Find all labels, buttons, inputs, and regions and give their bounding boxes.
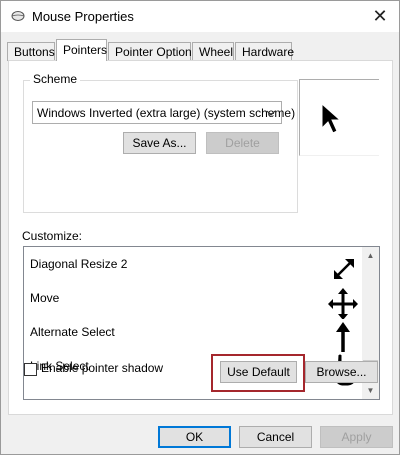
tab-wheel[interactable]: Wheel (192, 42, 234, 61)
customize-label: Customize: (22, 229, 83, 243)
cancel-button[interactable]: Cancel (239, 426, 312, 448)
list-item-label: Alternate Select (30, 325, 115, 339)
window-title: Mouse Properties (32, 9, 134, 24)
apply-button[interactable]: Apply (320, 426, 393, 448)
highlight-annotation (211, 354, 305, 392)
list-item[interactable]: Alternate Select (24, 319, 362, 353)
save-as-button[interactable]: Save As... (123, 132, 196, 154)
mouse-icon (11, 11, 25, 21)
tab-label: Buttons (14, 45, 55, 59)
pointers-panel: Scheme Windows Inverted (extra large) (s… (8, 60, 393, 415)
tab-pointers[interactable]: Pointers (56, 39, 107, 61)
tab-hardware[interactable]: Hardware (235, 42, 295, 61)
tab-label: Wheel (199, 45, 234, 59)
delete-button[interactable]: Delete (206, 132, 279, 154)
enable-pointer-shadow-checkbox[interactable] (24, 363, 37, 376)
list-item[interactable]: Move (24, 285, 362, 319)
close-icon[interactable]: ✕ (370, 5, 390, 27)
mouse-properties-window: Mouse Properties ✕ Buttons Pointers Poin… (0, 0, 400, 455)
move-icon (328, 288, 358, 319)
scroll-up-icon[interactable]: ▲ (362, 247, 379, 264)
list-item-label: Diagonal Resize 2 (30, 257, 128, 271)
title-bar: Mouse Properties ✕ (1, 1, 399, 32)
browse-button[interactable]: Browse... (305, 361, 378, 383)
chevron-down-icon (266, 110, 276, 116)
arrow-cursor-icon (321, 102, 342, 134)
tab-label: Hardware (242, 45, 295, 59)
pointer-preview (299, 79, 379, 156)
list-item[interactable]: Diagonal Resize 2 (24, 251, 362, 285)
enable-pointer-shadow-label: Enable pointer shadow (41, 361, 164, 375)
tab-pointer-options[interactable]: Pointer Options (108, 42, 198, 61)
ok-button[interactable]: OK (158, 426, 231, 448)
tab-strip: Buttons Pointers Pointer Options Wheel H… (1, 39, 399, 61)
diagonal-resize-2-icon (334, 259, 354, 279)
scheme-dropdown[interactable]: Windows Inverted (extra large) (system s… (32, 101, 295, 124)
scheme-group: Scheme Windows Inverted (extra large) (s… (23, 72, 298, 213)
list-item-label: Move (30, 291, 60, 305)
scheme-selected-value: Windows Inverted (extra large) (system s… (37, 106, 296, 120)
tab-label: Pointers (63, 43, 108, 57)
scheme-group-label: Scheme (30, 72, 81, 86)
tab-buttons[interactable]: Buttons (7, 42, 55, 61)
tab-label: Pointer Options (115, 45, 198, 59)
scroll-down-icon[interactable]: ▼ (362, 382, 379, 399)
up-arrow-icon (336, 322, 350, 352)
